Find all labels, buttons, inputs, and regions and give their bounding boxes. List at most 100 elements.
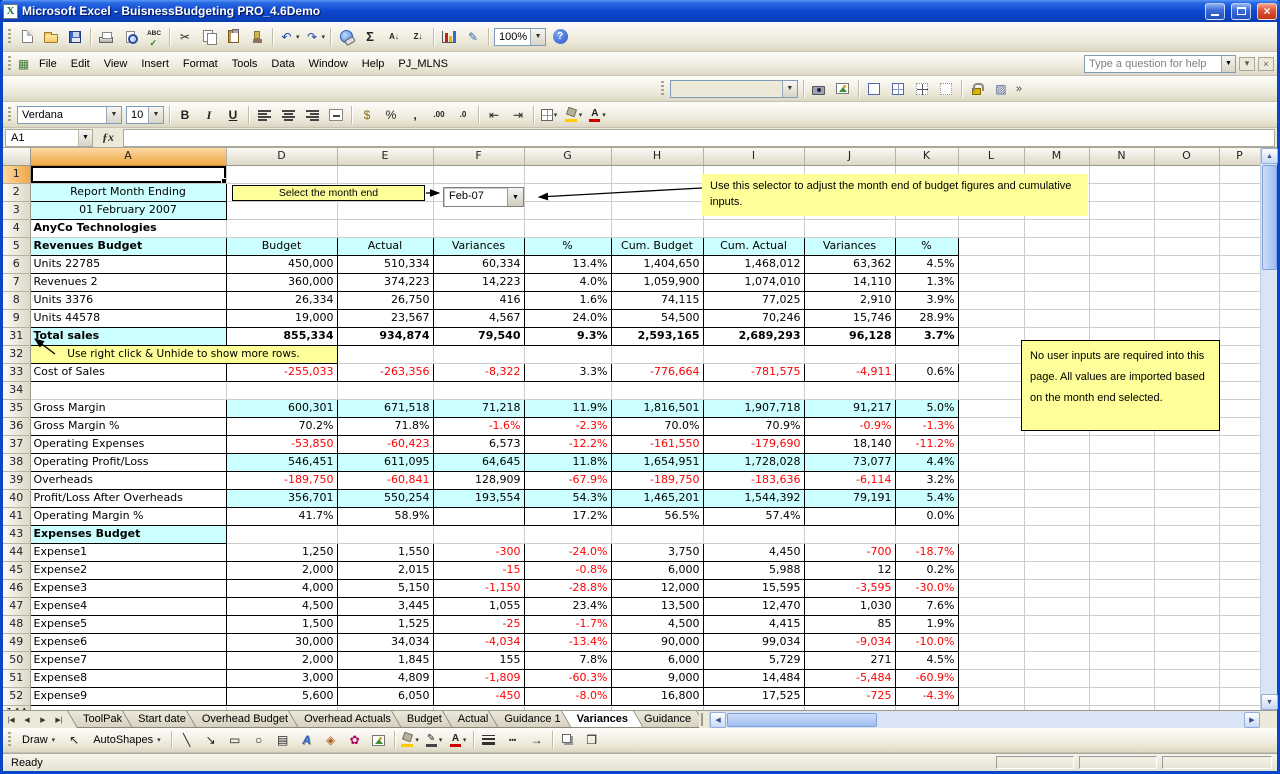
cell[interactable] (1024, 525, 1089, 543)
cell-D50[interactable]: 2,000 (226, 651, 337, 669)
cell[interactable] (1024, 507, 1089, 525)
cell[interactable] (1219, 327, 1260, 345)
cell-F52[interactable]: -450 (433, 687, 524, 705)
row-header-43[interactable]: 43 (3, 525, 30, 543)
cell-H3[interactable] (611, 201, 703, 219)
cell-A43[interactable]: Expenses Budget (30, 525, 226, 543)
chevron-down-icon[interactable]: ▾ (296, 33, 300, 41)
cell[interactable] (1154, 435, 1219, 453)
cell-K5[interactable]: % (895, 237, 958, 255)
cell-D52[interactable]: 5,600 (226, 687, 337, 705)
cell[interactable] (1154, 165, 1219, 183)
cell[interactable] (1219, 669, 1260, 687)
grid-all-icon[interactable] (887, 78, 909, 100)
cell[interactable] (1219, 399, 1260, 417)
cell[interactable] (1219, 345, 1260, 363)
cell-D41[interactable]: 41.7% (226, 507, 337, 525)
text-box-icon[interactable]: ▤ (272, 729, 294, 751)
cell-D44[interactable]: 1,250 (226, 543, 337, 561)
more-buttons-icon[interactable]: » (1013, 83, 1025, 95)
cell[interactable] (1024, 255, 1089, 273)
cell[interactable] (1089, 525, 1154, 543)
cell-E45[interactable]: 2,015 (337, 561, 433, 579)
cell-I144[interactable] (703, 705, 804, 710)
formula-input[interactable] (123, 129, 1275, 147)
column-header-M[interactable]: M (1024, 148, 1089, 165)
currency-style-icon[interactable]: $ (356, 104, 378, 126)
cell-A33[interactable]: Cost of Sales (30, 363, 226, 381)
cell-E9[interactable]: 23,567 (337, 309, 433, 327)
cell-I45[interactable]: 5,988 (703, 561, 804, 579)
cell-J43[interactable] (804, 525, 895, 543)
cell[interactable] (1154, 579, 1219, 597)
grid-outline-icon[interactable] (863, 78, 885, 100)
row-header-34[interactable]: 34 (3, 381, 30, 399)
cell-A6[interactable]: Units 22785 (30, 255, 226, 273)
vertical-scrollbar[interactable]: ▲ ▼ (1260, 148, 1277, 710)
cell-F49[interactable]: -4,034 (433, 633, 524, 651)
tab-split-handle[interactable] (701, 713, 707, 726)
sort-ascending-icon[interactable]: A↓ (383, 26, 405, 48)
cell[interactable] (1089, 471, 1154, 489)
new-document-icon[interactable] (16, 26, 38, 48)
chevron-down-icon[interactable]: ▼ (106, 107, 121, 123)
zoom-combo[interactable]: 100%▼ (494, 28, 546, 46)
cell-G33[interactable]: 3.3% (524, 363, 611, 381)
sheet-grid[interactable]: ADEFGHIJKLMNOP12Report Month Ending301 F… (3, 148, 1260, 710)
cell-J47[interactable]: 1,030 (804, 597, 895, 615)
insert-hyperlink-icon[interactable] (335, 26, 357, 48)
cell-A1[interactable] (30, 165, 226, 183)
cell-K46[interactable]: -30.0% (895, 579, 958, 597)
cell-F37[interactable]: 6,573 (433, 435, 524, 453)
cell[interactable] (1089, 579, 1154, 597)
undo-icon[interactable]: ↶▾ (277, 26, 301, 48)
cell-D33[interactable]: -255,033 (226, 363, 337, 381)
cell[interactable] (1154, 705, 1219, 710)
cell-D9[interactable]: 19,000 (226, 309, 337, 327)
cell-E51[interactable]: 4,809 (337, 669, 433, 687)
merge-and-center-icon[interactable] (325, 104, 347, 126)
cell-G7[interactable]: 4.0% (524, 273, 611, 291)
cell-F144[interactable] (433, 705, 524, 710)
cell[interactable] (1089, 237, 1154, 255)
cell[interactable] (958, 579, 1024, 597)
cell-A4[interactable]: AnyCo Technologies (30, 219, 226, 237)
cell-G31[interactable]: 9.3% (524, 327, 611, 345)
grid-none-icon[interactable] (935, 78, 957, 100)
row-header-48[interactable]: 48 (3, 615, 30, 633)
cell-H33[interactable]: -776,664 (611, 363, 703, 381)
clip-art-icon[interactable]: ✿ (344, 729, 366, 751)
wordart-icon[interactable]: A (296, 729, 318, 751)
cell-K43[interactable] (895, 525, 958, 543)
cell-I49[interactable]: 99,034 (703, 633, 804, 651)
cell[interactable] (958, 381, 1024, 399)
maximize-button[interactable] (1231, 3, 1251, 20)
cell-F5[interactable]: Variances (433, 237, 524, 255)
cell-H35[interactable]: 1,816,501 (611, 399, 703, 417)
cell-I7[interactable]: 1,074,010 (703, 273, 804, 291)
cell[interactable] (1154, 507, 1219, 525)
toolbar-grip[interactable] (8, 29, 11, 45)
cell-G40[interactable]: 54.3% (524, 489, 611, 507)
cell-H5[interactable]: Cum. Budget (611, 237, 703, 255)
cell-G35[interactable]: 11.9% (524, 399, 611, 417)
cell-J4[interactable] (804, 219, 895, 237)
cell[interactable] (1219, 273, 1260, 291)
insert-function-button[interactable]: ƒx (95, 129, 121, 147)
cell-E46[interactable]: 5,150 (337, 579, 433, 597)
increase-decimal-icon[interactable]: .00 (428, 104, 450, 126)
row-header-7[interactable]: 7 (3, 273, 30, 291)
cell[interactable] (1219, 201, 1260, 219)
cell-J50[interactable]: 271 (804, 651, 895, 669)
cell-D7[interactable]: 360,000 (226, 273, 337, 291)
draw-menu[interactable]: Draw▾ (15, 732, 62, 748)
row-header-46[interactable]: 46 (3, 579, 30, 597)
cell-G5[interactable]: % (524, 237, 611, 255)
cell-J46[interactable]: -3,595 (804, 579, 895, 597)
cell-H50[interactable]: 6,000 (611, 651, 703, 669)
cell-K41[interactable]: 0.0% (895, 507, 958, 525)
cell-F33[interactable]: -8,322 (433, 363, 524, 381)
cell-I4[interactable] (703, 219, 804, 237)
cell-K34[interactable] (895, 381, 958, 399)
sort-descending-icon[interactable]: Z↓ (407, 26, 429, 48)
